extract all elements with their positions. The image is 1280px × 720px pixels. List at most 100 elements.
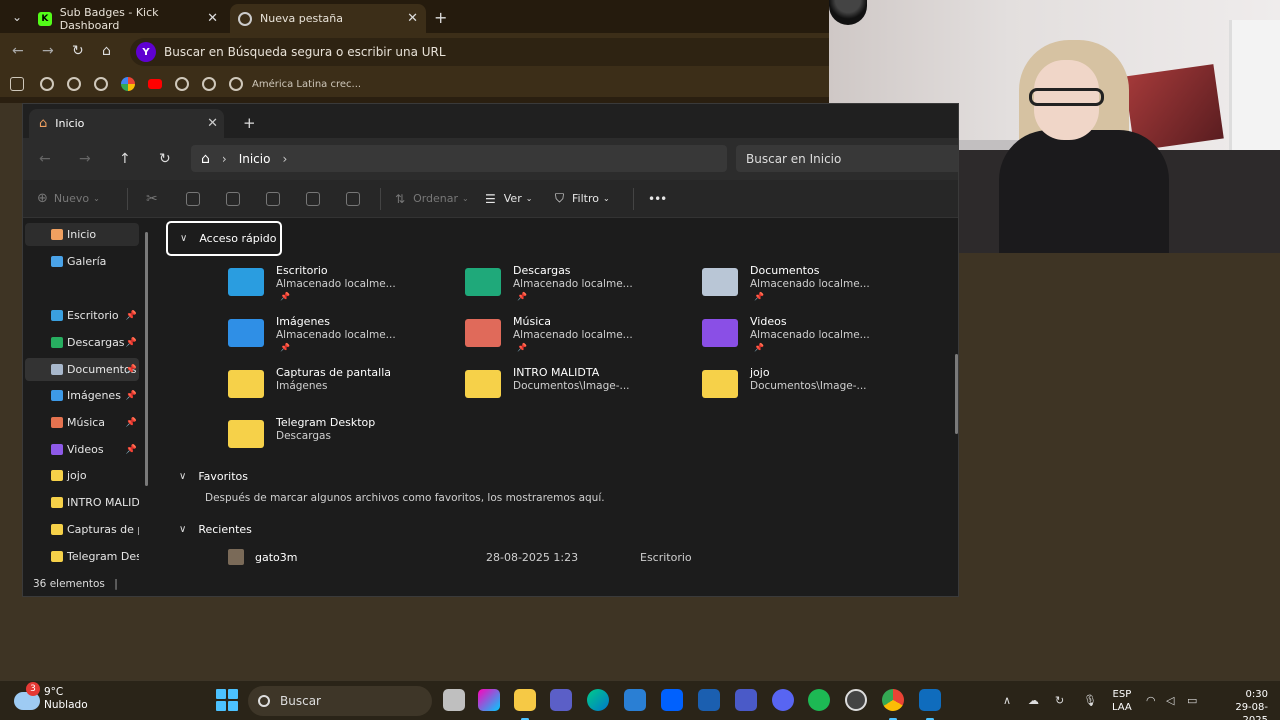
chevron-up-icon[interactable]: ∧ xyxy=(1003,694,1011,707)
bookmark-globe-icon[interactable] xyxy=(229,77,243,91)
app-shield-icon[interactable] xyxy=(698,689,720,711)
taskbar-search[interactable]: Buscar xyxy=(248,686,432,716)
sidebar-item[interactable]: Escritorio 📌 xyxy=(25,304,139,327)
filter-button[interactable]: ⛉ Filtro ⌄ xyxy=(555,191,633,206)
forward-arrow-icon[interactable]: → xyxy=(79,151,91,167)
edge-icon[interactable] xyxy=(587,689,609,711)
browser-tab-kick[interactable]: K Sub Badges - Kick Dashboard ✕ xyxy=(30,4,226,33)
youtube-icon[interactable] xyxy=(148,79,162,89)
bookmark-globe-icon[interactable] xyxy=(67,77,81,91)
delete-icon[interactable] xyxy=(346,191,380,206)
up-arrow-icon[interactable]: ↑ xyxy=(119,151,131,167)
tab-search-chevron-icon[interactable]: ⌄ xyxy=(8,8,26,26)
breadcrumb-inicio[interactable]: Inicio xyxy=(239,152,271,166)
dropbox-icon[interactable] xyxy=(661,689,683,711)
quick-access-item[interactable]: Descargas Almacenado localme... 📌 xyxy=(465,264,685,308)
status-divider: | xyxy=(114,578,118,590)
volume-icon[interactable]: ◁ xyxy=(1166,694,1174,707)
quick-access-item[interactable]: Telegram Desktop Descargas xyxy=(228,416,448,460)
recent-file-row[interactable]: gato3m 28-08-2025 1:23 Escritorio xyxy=(228,549,828,569)
language-indicator[interactable]: ESP LAA xyxy=(1112,688,1132,714)
sidebar-item[interactable]: jojo xyxy=(25,464,139,487)
explorer-search-input[interactable]: Buscar en Inicio xyxy=(736,145,958,172)
sidebar-item[interactable]: Imágenes 📌 xyxy=(25,384,139,407)
battery-icon[interactable]: ▭ xyxy=(1187,694,1197,707)
sidebar-item[interactable]: Videos 📌 xyxy=(25,438,139,461)
quick-access-item[interactable]: jojo Documentos\Image-... xyxy=(702,366,922,410)
folder-icon xyxy=(51,470,63,481)
copilot-icon[interactable] xyxy=(478,689,500,711)
bookmark-globe-icon[interactable] xyxy=(40,77,54,91)
weather-widget[interactable]: 3 9°C Nublado xyxy=(14,682,88,712)
chrome-icon[interactable] xyxy=(882,689,904,720)
sync-icon[interactable]: ↻ xyxy=(1055,694,1064,707)
recent-header[interactable]: ∨ Recientes xyxy=(179,523,252,536)
quick-access-item[interactable]: Escritorio Almacenado localme... 📌 xyxy=(228,264,448,308)
sidebar-item[interactable]: Telegram Desktop xyxy=(25,545,139,568)
sidebar-item[interactable]: Documentos 📌 xyxy=(25,358,139,381)
close-tab-icon[interactable]: ✕ xyxy=(207,11,218,26)
reload-icon[interactable]: ↻ xyxy=(72,43,84,59)
sidebar-item[interactable]: Galería xyxy=(25,250,139,273)
spotify-icon[interactable] xyxy=(808,689,830,711)
quick-access-item[interactable]: INTRO MALIDTA Documentos\Image-... xyxy=(465,366,685,410)
store-icon[interactable] xyxy=(624,689,646,711)
obs-icon[interactable] xyxy=(845,689,867,711)
quick-access-item[interactable]: Documentos Almacenado localme... 📌 xyxy=(702,264,922,308)
pin-icon: 📌 xyxy=(280,292,290,301)
omnibox[interactable]: Y Buscar en Búsqueda segura o escribir u… xyxy=(130,38,830,66)
close-tab-icon[interactable]: ✕ xyxy=(407,11,418,26)
back-arrow-icon[interactable]: ← xyxy=(39,151,51,167)
forward-arrow-icon[interactable]: → xyxy=(42,43,54,59)
sidebar-item[interactable]: Descargas 📌 xyxy=(25,331,139,354)
sidebar-item[interactable]: Inicio xyxy=(25,223,139,246)
back-arrow-icon[interactable]: ← xyxy=(12,43,24,59)
chevron-right-icon[interactable]: › xyxy=(282,152,287,166)
rename-icon[interactable] xyxy=(266,191,306,206)
new-tab-plus-icon[interactable]: + xyxy=(243,114,256,132)
task-view-icon[interactable] xyxy=(443,689,465,711)
breadcrumb[interactable]: ⌂ › Inicio › xyxy=(191,145,727,172)
sort-button[interactable]: ⇅ Ordenar ⌄ xyxy=(395,192,485,206)
microphone-icon[interactable]: 🎙 xyxy=(1083,694,1097,707)
home-icon[interactable]: ⌂ xyxy=(102,43,111,59)
share-icon[interactable] xyxy=(306,191,346,206)
refresh-icon[interactable]: ↻ xyxy=(159,151,171,167)
bookmark-globe-icon[interactable] xyxy=(94,77,108,91)
quick-access-item[interactable]: Capturas de pantalla Imágenes xyxy=(228,366,448,410)
google-icon[interactable] xyxy=(121,77,135,91)
new-tab-plus-icon[interactable]: + xyxy=(434,8,447,27)
wifi-icon[interactable]: ◠ xyxy=(1146,694,1156,707)
cut-icon[interactable]: ✂ xyxy=(146,191,186,207)
quick-access-item[interactable]: Imágenes Almacenado localme... 📌 xyxy=(228,315,448,359)
cloud-sync-icon[interactable]: ☁ xyxy=(1028,694,1039,707)
apps-grid-icon[interactable] xyxy=(10,77,24,91)
paste-icon[interactable] xyxy=(226,191,266,206)
sidebar-scrollbar[interactable] xyxy=(145,232,148,486)
view-button[interactable]: ☰ Ver ⌄ xyxy=(485,192,555,206)
quick-access-item[interactable]: Videos Almacenado localme... 📌 xyxy=(702,315,922,359)
file-explorer-icon[interactable] xyxy=(514,689,536,720)
browser-tab-new[interactable]: Nueva pestaña ✕ xyxy=(230,4,426,33)
bookmark-globe-icon[interactable] xyxy=(175,77,189,91)
content-scrollbar[interactable] xyxy=(955,354,958,434)
bookmark-america-latina[interactable]: América Latina crec... xyxy=(252,79,361,90)
discord-icon[interactable] xyxy=(772,689,794,711)
copy-icon[interactable] xyxy=(186,191,226,206)
explorer-tab-inicio[interactable]: ⌂ Inicio ✕ xyxy=(29,109,224,138)
sidebar-item[interactable]: Capturas de pantalla xyxy=(25,518,139,541)
sidebar-item[interactable]: Música 📌 xyxy=(25,411,139,434)
teams-icon[interactable] xyxy=(550,689,572,711)
bookmark-globe-icon[interactable] xyxy=(202,77,216,91)
more-options-icon[interactable]: ••• xyxy=(648,192,667,206)
windows-start-icon[interactable] xyxy=(216,689,238,711)
quick-access-item[interactable]: Música Almacenado localme... 📌 xyxy=(465,315,685,359)
sidebar-item[interactable]: INTRO MALIDTA xyxy=(25,491,139,514)
quick-access-header[interactable]: ∨ Acceso rápido xyxy=(166,221,282,256)
favorites-header[interactable]: ∨ Favoritos xyxy=(179,470,248,483)
clock[interactable]: 0:30 29-08-2025 xyxy=(1212,688,1268,720)
new-button[interactable]: ⊕ Nuevo ⌄ xyxy=(37,191,127,206)
outlook-icon[interactable] xyxy=(919,689,941,720)
app-cube-icon[interactable] xyxy=(735,689,757,711)
close-tab-icon[interactable]: ✕ xyxy=(207,116,218,131)
